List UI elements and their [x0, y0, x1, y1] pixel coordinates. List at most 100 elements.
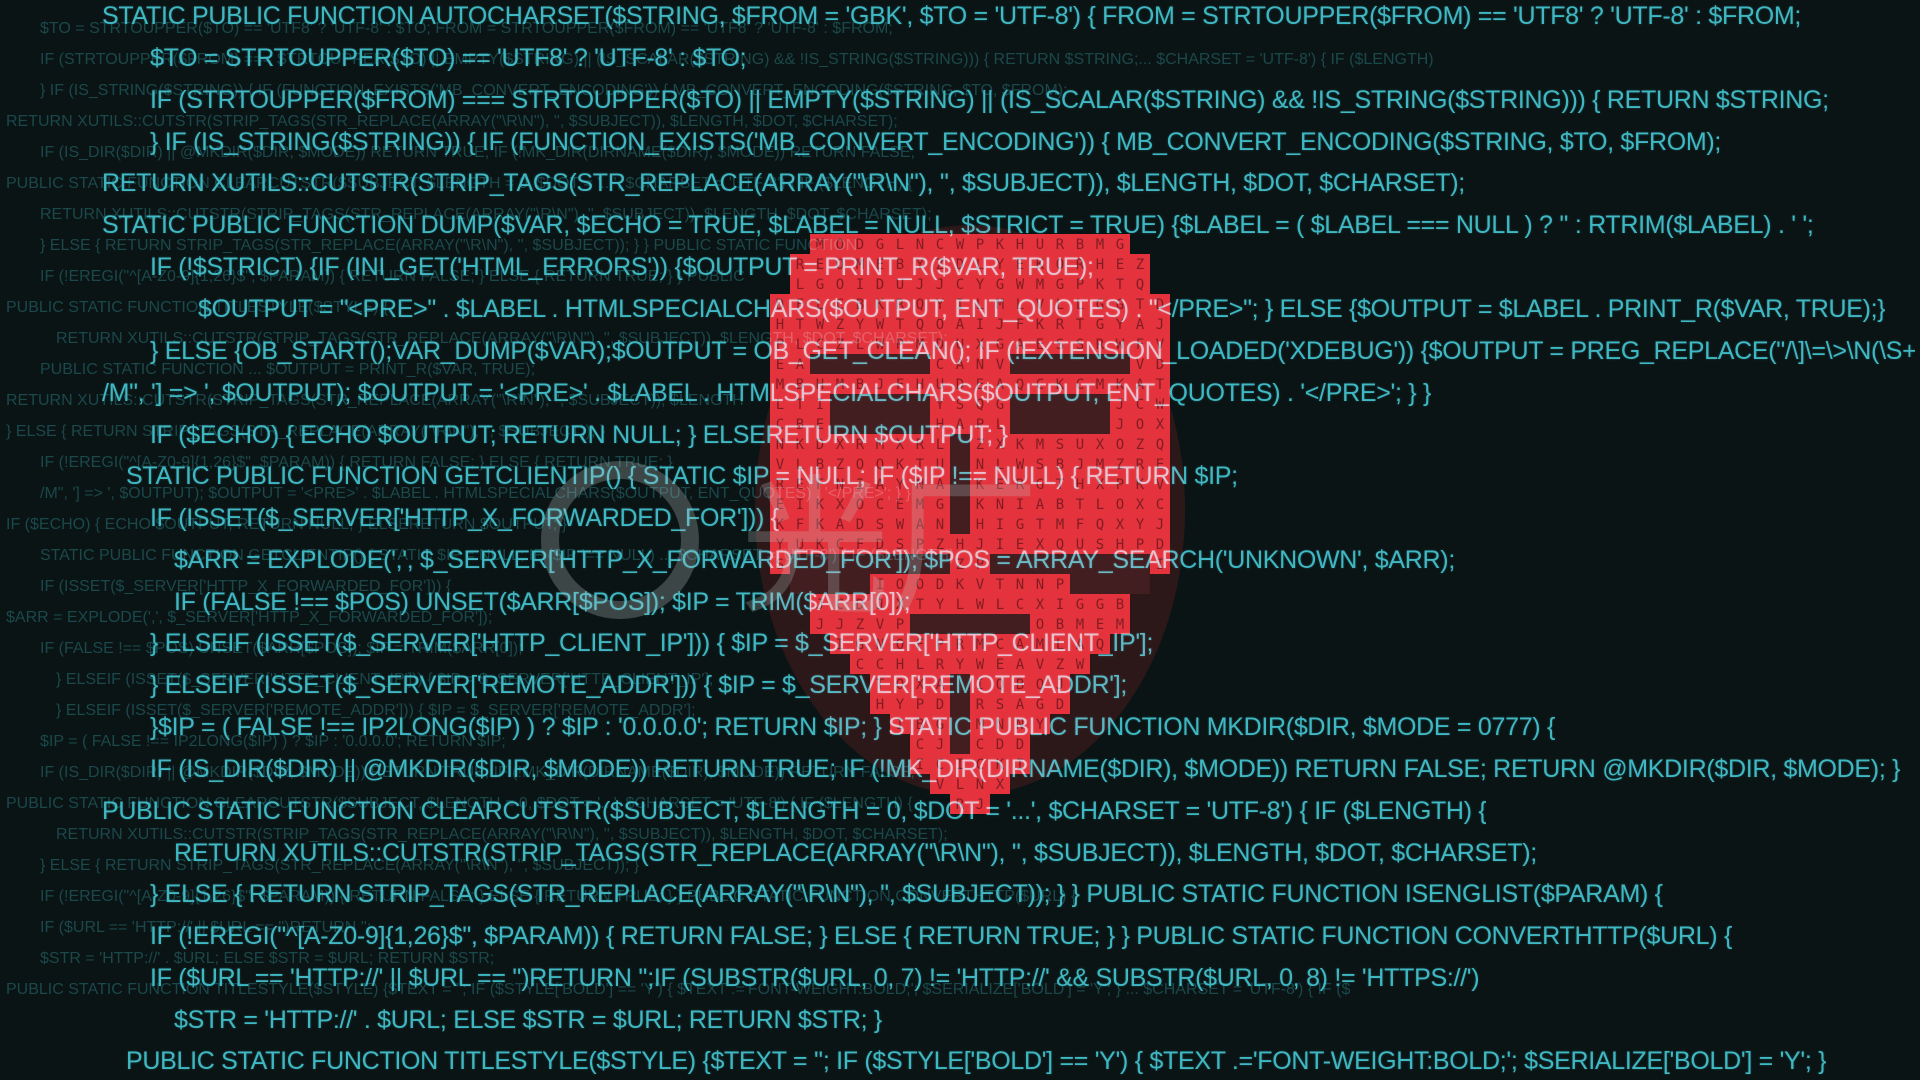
mask-glyph: N	[936, 517, 944, 533]
mask-glyph: Q	[876, 457, 884, 473]
mask-glyph: O	[936, 317, 944, 333]
mask-feature-pixel	[1090, 554, 1110, 574]
mask-glyph: G	[1076, 597, 1084, 613]
mask-glyph: F	[1136, 337, 1144, 353]
mask-glyph: D	[816, 437, 824, 453]
mask-glyph: G	[1096, 297, 1104, 313]
mask-glyph: P	[1056, 577, 1064, 593]
mask-glyph: P	[1076, 277, 1084, 293]
mask-glyph: Z	[1116, 457, 1124, 473]
mask-feature-pixel	[930, 554, 950, 574]
mask-glyph: M	[1036, 637, 1044, 653]
mask-glyph: X	[996, 777, 1005, 793]
mask-glyph: F	[856, 537, 864, 553]
mask-glyph: S	[956, 397, 964, 413]
mask-glyph: V	[1036, 657, 1045, 673]
mask-glyph: O	[916, 577, 924, 593]
mask-glyph: X	[896, 597, 905, 613]
mask-feature-pixel	[990, 614, 1010, 634]
mask-feature-pixel	[1050, 354, 1070, 374]
mask-glyph: F	[1016, 317, 1024, 333]
mask-glyph: W	[1016, 277, 1025, 293]
mask-glyph: V	[996, 357, 1005, 373]
mask-feature-pixel	[850, 354, 870, 374]
mask-glyph: R	[1056, 237, 1065, 253]
mask-glyph: T	[916, 597, 925, 613]
mask-glyph: W	[976, 657, 985, 673]
mask-glyph: X	[996, 437, 1005, 453]
mask-glyph: C	[916, 737, 924, 753]
mask-glyph: P	[896, 617, 904, 633]
mask-glyph: T	[1076, 497, 1085, 513]
mask-glyph: O	[896, 637, 904, 653]
mask-glyph: L	[856, 337, 864, 353]
mask-glyph: D	[996, 737, 1004, 753]
mask-glyph: R	[1076, 257, 1085, 273]
mask-glyph: X	[1116, 517, 1125, 533]
mask-glyph: L	[996, 457, 1004, 473]
mask-glyph: Q	[1036, 677, 1044, 693]
mask-glyph: X	[1036, 597, 1045, 613]
mask-glyph: M	[976, 717, 984, 733]
mask-glyph: H	[1076, 477, 1084, 493]
mask-glyph: K	[1036, 317, 1045, 333]
mask-glyph: L	[956, 597, 964, 613]
mask-glyph: D	[1156, 537, 1164, 553]
mask-feature-pixel	[870, 554, 890, 574]
mask-glyph: E	[1096, 617, 1104, 633]
mask-glyph: U	[1076, 537, 1084, 553]
mask-glyph: B	[856, 377, 864, 393]
mask-glyph: C	[836, 297, 844, 313]
mask-glyph: X	[1096, 437, 1105, 453]
mask-feature-pixel	[790, 574, 810, 594]
mask-glyph: Q	[916, 297, 924, 313]
mask-glyph: I	[856, 477, 864, 493]
mask-glyph: F	[916, 637, 924, 653]
mask-feature-pixel	[1130, 554, 1150, 574]
mask-feature-pixel	[1090, 354, 1110, 374]
mask-glyph: F	[816, 477, 824, 493]
mask-glyph: X	[916, 677, 925, 693]
mask-glyph: D	[1156, 297, 1164, 313]
mask-glyph: P	[976, 557, 984, 573]
mask-glyph: J	[1116, 417, 1124, 433]
mask-feature-pixel	[950, 694, 970, 714]
mask-glyph: G	[1116, 237, 1124, 253]
mask-glyph: E	[896, 497, 904, 513]
mask-glyph: M	[1076, 617, 1084, 633]
mask-glyph: L	[996, 597, 1004, 613]
mask-glyph: T	[1036, 517, 1045, 533]
mask-feature-pixel	[910, 394, 930, 414]
mask-glyph: M	[976, 637, 984, 653]
mask-glyph: W	[816, 317, 825, 333]
mask-glyph: G	[996, 397, 1004, 413]
mask-feature-pixel	[1070, 354, 1090, 374]
mask-glyph: T	[996, 577, 1005, 593]
mask-glyph: O	[856, 457, 864, 473]
mask-glyph: K	[1096, 277, 1105, 293]
mask-feature-pixel	[890, 394, 910, 414]
mask-glyph: P	[1116, 477, 1124, 493]
mask-feature-pixel	[850, 394, 870, 414]
mask-glyph: I	[876, 577, 884, 593]
mask-glyph: Y	[896, 697, 905, 713]
mask-glyph: I	[896, 717, 904, 733]
mask-glyph: M	[916, 497, 924, 513]
mask-feature-pixel	[1030, 354, 1050, 374]
mask-glyph: V	[1156, 477, 1165, 493]
mask-glyph: E	[996, 657, 1004, 673]
mask-glyph: U	[1076, 437, 1084, 453]
mask-glyph: Y	[976, 277, 985, 293]
mask-glyph: E	[1116, 257, 1124, 273]
mask-feature-pixel	[1070, 414, 1090, 434]
mask-glyph: C	[836, 597, 844, 613]
mask-glyph: O	[896, 677, 904, 693]
mask-glyph: U	[936, 457, 944, 473]
mask-glyph: C	[816, 337, 824, 353]
mask-feature-pixel	[1010, 394, 1030, 414]
mask-glyph: R	[916, 437, 925, 453]
mask-glyph: X	[1036, 537, 1045, 553]
mask-glyph: G	[1056, 277, 1064, 293]
mask-glyph: P	[916, 697, 924, 713]
mask-glyph: L	[796, 337, 804, 353]
